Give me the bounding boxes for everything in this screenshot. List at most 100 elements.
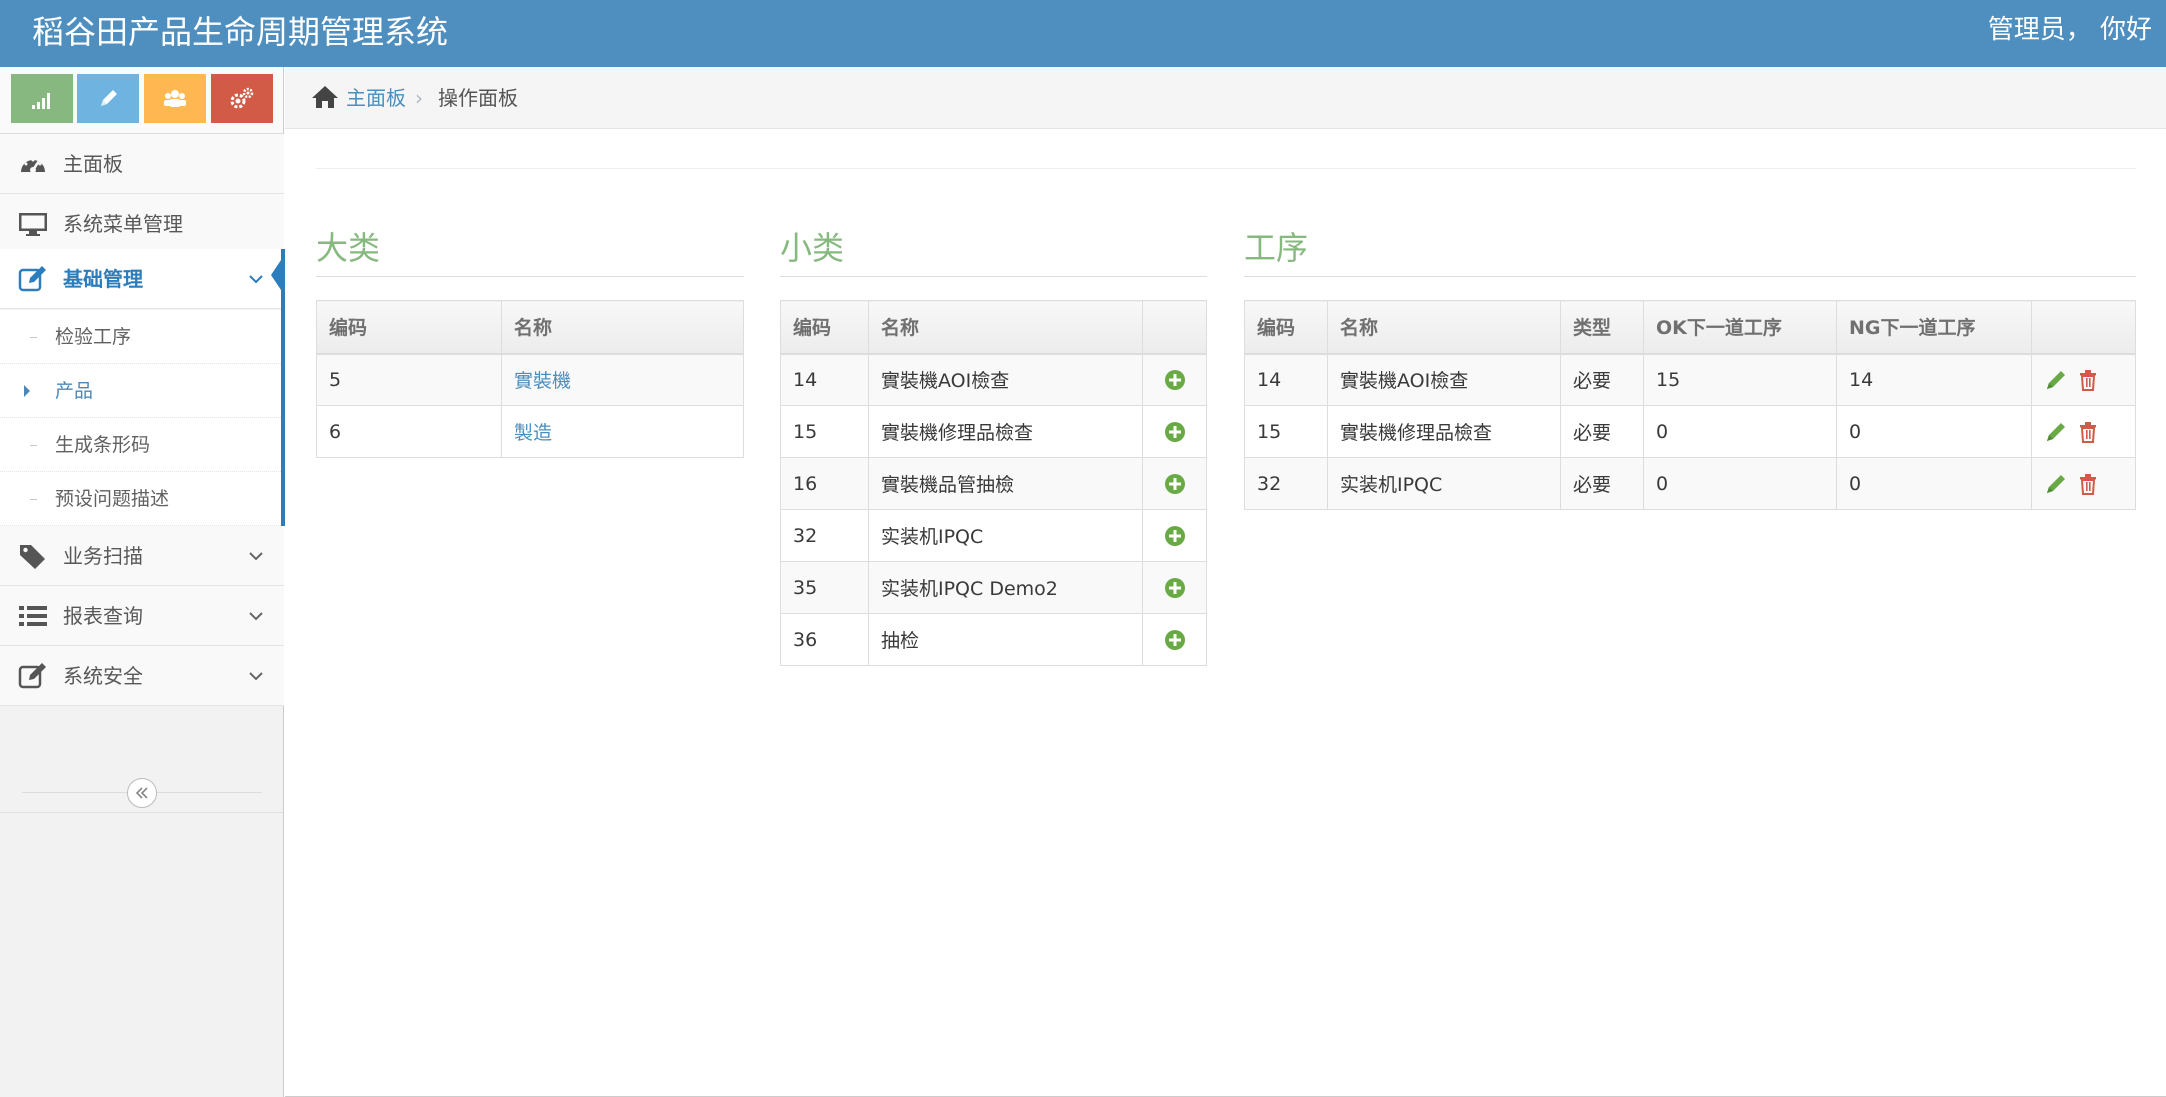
brand-title[interactable]: 稻谷田产品生命周期管理系统 xyxy=(32,12,448,52)
table-row[interactable]: 36 抽检 xyxy=(780,613,1207,666)
process-table: 编码 名称 类型 OK下一道工序 NG下一道工序 14 實裝機AOI檢查 必要 15 1… xyxy=(1244,300,2136,510)
signal-icon xyxy=(32,92,50,109)
tree-dash xyxy=(30,499,37,500)
cell-ng-next: 0 xyxy=(1836,405,2032,458)
cell-type: 必要 xyxy=(1560,405,1644,458)
plus-circle-icon[interactable] xyxy=(1164,577,1186,599)
trash-icon[interactable] xyxy=(2076,368,2100,392)
breadcrumb-home-link[interactable]: 主面板 xyxy=(346,67,406,129)
column-header-actions xyxy=(2031,300,2136,355)
users-icon xyxy=(164,89,186,107)
sidebar-collapse-button[interactable] xyxy=(127,778,157,808)
column-header-code: 编码 xyxy=(316,300,502,355)
cell-actions xyxy=(2031,457,2136,510)
column-header-name: 名称 xyxy=(868,300,1143,355)
user-greeting[interactable]: 管理员， 你好 xyxy=(1988,12,2152,48)
sidebar-item-label: 系统安全 xyxy=(63,664,143,688)
table-header-row: 编码 名称 xyxy=(316,300,744,355)
table-row[interactable]: 14 實裝機AOI檢查 必要 15 14 xyxy=(1244,353,2136,406)
column-header-ok-next: OK下一道工序 xyxy=(1643,300,1837,355)
table-row[interactable]: 32 实装机IPQC xyxy=(780,509,1207,562)
cell-actions xyxy=(2031,353,2136,406)
cell-code: 14 xyxy=(780,353,869,406)
cell-action xyxy=(1142,457,1207,510)
pencil-icon[interactable] xyxy=(2044,472,2068,496)
tree-dash xyxy=(30,445,37,446)
sidebar-item-report-query[interactable]: 报表查询 xyxy=(0,586,284,646)
cell-name: 實裝機品管抽檢 xyxy=(868,457,1143,510)
cell-name: 實裝機 xyxy=(501,353,744,406)
sidebar-item-basic-management[interactable]: 基础管理 xyxy=(0,249,284,309)
sidebar-item-system-security[interactable]: 系统安全 xyxy=(0,646,284,706)
chevron-down-icon xyxy=(249,552,263,561)
submenu-item-inspection-process[interactable]: 检验工序 xyxy=(0,310,281,364)
sidebar-item-dashboard[interactable]: 主面板 xyxy=(0,134,284,194)
cell-code: 32 xyxy=(1244,457,1328,510)
column-header-code: 编码 xyxy=(780,300,869,355)
column-header-action xyxy=(1142,300,1207,355)
cell-name: 实装机IPQC Demo2 xyxy=(868,561,1143,614)
shortcut-users-button[interactable] xyxy=(144,74,206,123)
submenu-item-label: 产品 xyxy=(55,380,94,402)
table-row[interactable]: 14 實裝機AOI檢查 xyxy=(780,353,1207,406)
tree-dash xyxy=(30,337,37,338)
chevron-down-icon xyxy=(249,612,263,621)
table-row[interactable]: 15 實裝機修理品檢查 必要 0 0 xyxy=(1244,405,2136,458)
trash-icon[interactable] xyxy=(2076,472,2100,496)
dashboard-icon xyxy=(21,158,45,173)
major-category-link[interactable]: 製造 xyxy=(514,422,552,444)
major-category-link[interactable]: 實裝機 xyxy=(514,370,571,392)
table-header-row: 编码 名称 xyxy=(780,300,1207,355)
process-title: 工序 xyxy=(1244,229,1309,267)
table-row[interactable]: 32 实装机IPQC 必要 0 0 xyxy=(1244,457,2136,510)
submenu-item-barcode[interactable]: 生成条形码 xyxy=(0,418,281,472)
trash-icon[interactable] xyxy=(2076,420,2100,444)
cell-action xyxy=(1142,561,1207,614)
active-menu-notch xyxy=(271,257,283,293)
sidebar-item-system-menu[interactable]: 系统菜单管理 xyxy=(0,194,284,254)
sidebar-item-business-scan[interactable]: 业务扫描 xyxy=(0,526,284,586)
shortcut-cogs-button[interactable] xyxy=(211,74,273,123)
table-row[interactable]: 35 实装机IPQC Demo2 xyxy=(780,561,1207,614)
edit-icon xyxy=(18,663,46,689)
breadcrumb-separator: › xyxy=(415,86,423,110)
table-row[interactable]: 5 實裝機 xyxy=(316,353,744,406)
sidebar-item-label: 业务扫描 xyxy=(63,544,143,568)
submenu-item-product[interactable]: 产品 xyxy=(0,364,281,418)
pencil-icon[interactable] xyxy=(2044,420,2068,444)
cell-ng-next: 14 xyxy=(1836,353,2032,406)
cell-ok-next: 0 xyxy=(1643,457,1837,510)
shortcut-pencil-button[interactable] xyxy=(77,74,139,123)
table-row[interactable]: 16 實裝機品管抽檢 xyxy=(780,457,1207,510)
minor-category-table: 编码 名称 14 實裝機AOI檢查 15 實裝機修理品檢查 16 實裝機品管抽檢 32 实装机… xyxy=(780,300,1207,666)
cell-name: 實裝機修理品檢查 xyxy=(868,405,1143,458)
sidebar-item-label: 报表查询 xyxy=(63,604,143,628)
caret-right-icon xyxy=(24,385,30,397)
plus-circle-icon[interactable] xyxy=(1164,421,1186,443)
plus-circle-icon[interactable] xyxy=(1164,369,1186,391)
chevron-down-icon xyxy=(249,275,263,284)
pencil-icon[interactable] xyxy=(2044,368,2068,392)
cell-name: 實裝機AOI檢查 xyxy=(1327,353,1561,406)
sidebar-shortcuts xyxy=(0,67,283,134)
plus-circle-icon[interactable] xyxy=(1164,629,1186,651)
cell-code: 5 xyxy=(316,353,502,406)
desktop-icon xyxy=(19,213,47,236)
plus-circle-icon[interactable] xyxy=(1164,525,1186,547)
cell-action xyxy=(1142,353,1207,406)
navbar: 稻谷田产品生命周期管理系统 管理员， 你好 xyxy=(0,0,2166,67)
shortcut-signal-button[interactable] xyxy=(11,74,73,123)
minor-category-title: 小类 xyxy=(780,229,845,267)
cell-ok-next: 15 xyxy=(1643,353,1837,406)
home-icon xyxy=(312,86,338,108)
cell-action xyxy=(1142,405,1207,458)
table-row[interactable]: 6 製造 xyxy=(316,405,744,458)
table-row[interactable]: 15 實裝機修理品檢查 xyxy=(780,405,1207,458)
column-header-ng-next: NG下一道工序 xyxy=(1836,300,2032,355)
plus-circle-icon[interactable] xyxy=(1164,473,1186,495)
sidebar-item-label: 系统菜单管理 xyxy=(63,212,183,236)
cell-name: 实装机IPQC xyxy=(1327,457,1561,510)
cogs-icon xyxy=(230,87,254,108)
submenu-item-preset-issues[interactable]: 预设问题描述 xyxy=(0,472,281,526)
breadcrumb: 主面板 › 操作面板 xyxy=(285,67,2166,129)
